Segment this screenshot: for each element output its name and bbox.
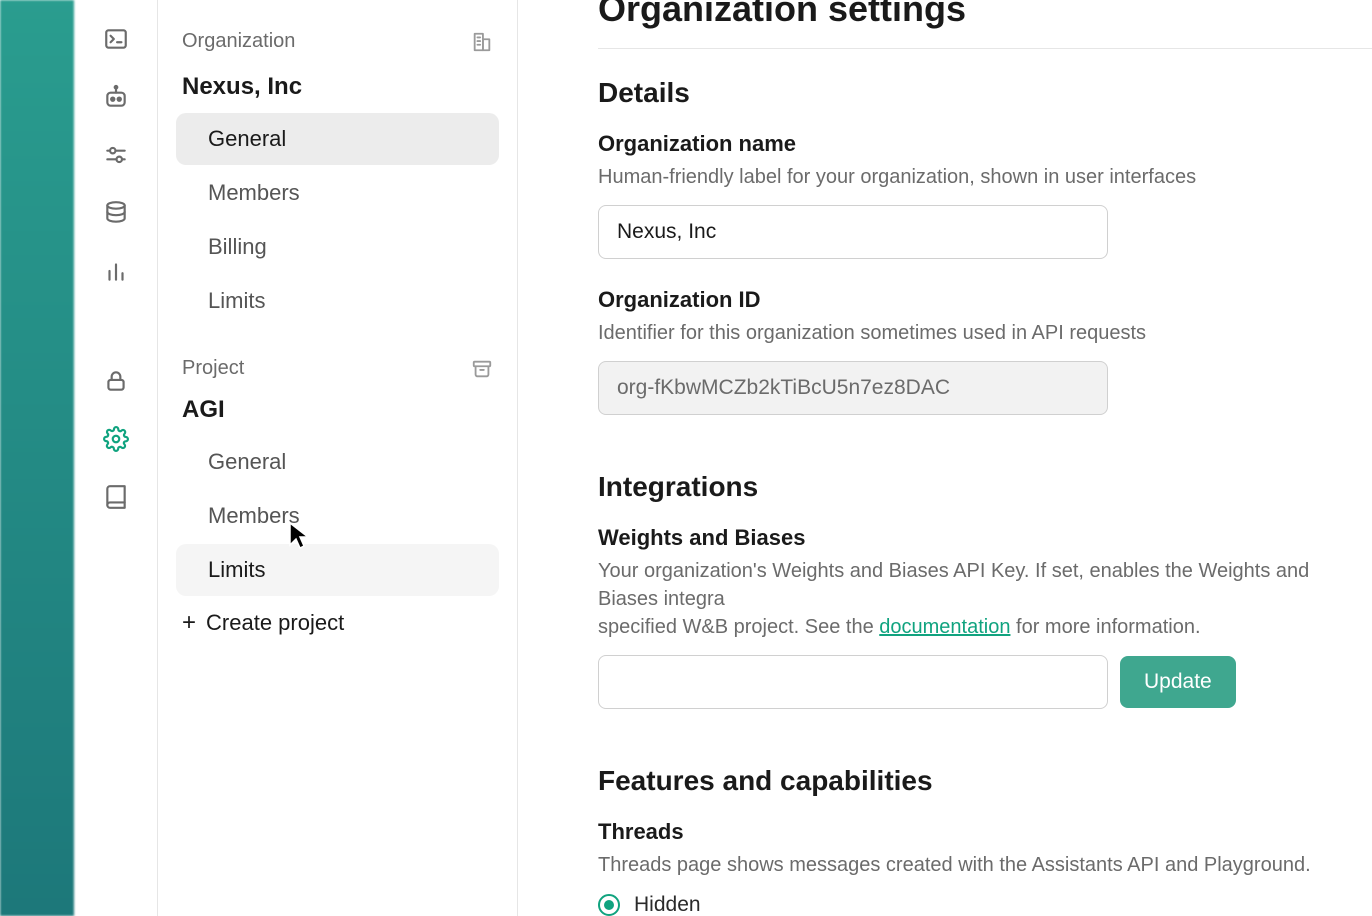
create-project-label: Create project — [206, 610, 344, 636]
sidebar-item-project-members[interactable]: Members — [176, 490, 499, 542]
org-id-help: Identifier for this organization sometim… — [598, 319, 1372, 347]
settings-gear-icon[interactable] — [101, 424, 131, 454]
lock-icon[interactable] — [101, 366, 131, 396]
sidebar-item-org-limits[interactable]: Limits — [176, 275, 499, 327]
main-content: Organization settings Details Organizati… — [518, 0, 1372, 916]
wandb-api-key-input[interactable] — [598, 655, 1108, 709]
sidebar-item-project-general[interactable]: General — [176, 436, 499, 488]
org-id-input[interactable] — [598, 361, 1108, 415]
book-icon[interactable] — [101, 482, 131, 512]
project-section-label: Project — [182, 357, 244, 380]
org-name: Nexus, Inc — [176, 59, 499, 111]
threads-option-hidden-row[interactable]: Hidden — [598, 893, 1372, 916]
integrations-section: Integrations Weights and Biases Your org… — [598, 471, 1372, 709]
title-divider — [598, 48, 1372, 49]
sidebar-item-org-billing[interactable]: Billing — [176, 221, 499, 273]
robot-icon[interactable] — [101, 82, 131, 112]
settings-sidebar: Organization Nexus, Inc General Members … — [158, 0, 518, 916]
org-section-label: Organization — [182, 30, 295, 53]
chart-icon[interactable] — [101, 256, 131, 286]
sliders-icon[interactable] — [101, 140, 131, 170]
wandb-label: Weights and Biases — [598, 525, 1372, 551]
org-name-label: Organization name — [598, 131, 1372, 157]
threads-label: Threads — [598, 819, 1372, 845]
building-icon — [471, 31, 493, 53]
archive-icon — [471, 358, 493, 380]
project-name: AGI — [176, 386, 499, 434]
org-name-field-group: Organization name Human-friendly label f… — [598, 131, 1372, 259]
window-edge — [0, 0, 74, 916]
terminal-icon[interactable] — [101, 24, 131, 54]
threads-option-hidden-label: Hidden — [634, 893, 701, 916]
org-id-label: Organization ID — [598, 287, 1372, 313]
sidebar-item-org-general[interactable]: General — [176, 113, 499, 165]
integrations-heading: Integrations — [598, 471, 1372, 503]
features-section: Features and capabilities Threads Thread… — [598, 765, 1372, 916]
details-heading: Details — [598, 77, 1372, 109]
org-name-input[interactable] — [598, 205, 1108, 259]
wandb-help: Your organization's Weights and Biases A… — [598, 557, 1372, 641]
database-icon[interactable] — [101, 198, 131, 228]
project-section-header: Project — [176, 351, 499, 386]
icon-rail — [74, 0, 158, 916]
wandb-doc-link[interactable]: documentation — [879, 616, 1010, 638]
sidebar-item-org-members[interactable]: Members — [176, 167, 499, 219]
threads-help: Threads page shows messages created with… — [598, 851, 1372, 879]
org-name-help: Human-friendly label for your organizati… — [598, 163, 1372, 191]
features-heading: Features and capabilities — [598, 765, 1372, 797]
details-section: Details Organization name Human-friendly… — [598, 77, 1372, 415]
sidebar-item-project-limits[interactable]: Limits — [176, 544, 499, 596]
radio-selected-icon — [598, 894, 620, 916]
update-button[interactable]: Update — [1120, 656, 1236, 708]
org-section-header: Organization — [176, 24, 499, 59]
create-project-button[interactable]: + Create project — [176, 598, 499, 648]
plus-icon: + — [182, 611, 196, 635]
page-title: Organization settings — [598, 0, 1372, 30]
org-id-field-group: Organization ID Identifier for this orga… — [598, 287, 1372, 415]
